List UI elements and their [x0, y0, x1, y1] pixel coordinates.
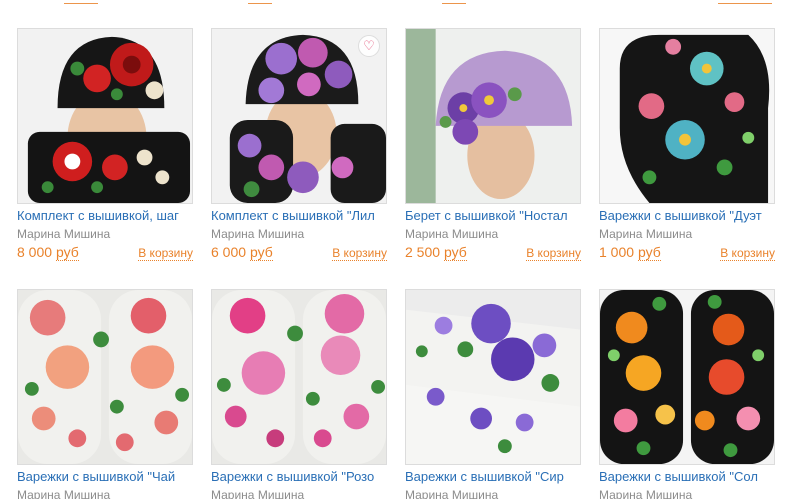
product-card: ♡ Комплект с вышивкой "Лил Марина Мишина…: [211, 28, 387, 261]
add-to-cart-link[interactable]: В корзину: [526, 246, 581, 261]
product-title-link[interactable]: Комплект с вышивкой, шаг: [17, 208, 193, 224]
product-title-link[interactable]: Варежки с вышивкой "Сол: [599, 469, 775, 485]
product-card: Берет с вышивкой "Ностал Марина Мишина 2…: [405, 28, 581, 261]
author-name: Марина Мишина: [405, 227, 499, 241]
product-image[interactable]: [17, 289, 193, 465]
add-to-cart-link[interactable]: В корзину: [332, 246, 387, 261]
product-title-link[interactable]: Варежки с вышивкой "Сир: [405, 469, 581, 485]
hat-and-mitten-black-red-roses: [18, 29, 192, 203]
author-name: Марина Мишина: [17, 227, 111, 241]
product-card: Варежки с вышивкой "Дуэт Марина Мишина 1…: [599, 28, 775, 261]
add-to-cart-link[interactable]: В корзину: [138, 246, 193, 261]
author-name: Марина Мишина: [405, 488, 499, 499]
product-card: Варежки с вышивкой "Сол Марина Мишина: [599, 289, 775, 499]
product-price: 8 000 руб: [17, 244, 79, 261]
product-image[interactable]: [405, 28, 581, 204]
add-to-cart-link[interactable]: В корзину: [720, 246, 775, 261]
product-image[interactable]: [599, 28, 775, 204]
black-mittens-blue-flowers: [600, 29, 774, 203]
product-card: Варежки с вышивкой "Розо Марина Мишина: [211, 289, 387, 499]
lilac-beret-violet-flowers: [406, 29, 580, 203]
hat-and-mitten-purple-flowers: [212, 29, 386, 203]
price-row: 1 000 руб В корзину: [599, 244, 775, 261]
price-row: 8 000 руб В корзину: [17, 244, 193, 261]
white-mittens-violet-flowers: [406, 290, 580, 464]
white-mittens-peach-roses: [18, 290, 192, 464]
product-title-link[interactable]: Берет с вышивкой "Ностал: [405, 208, 581, 224]
product-image[interactable]: [405, 289, 581, 465]
product-title-link[interactable]: Комплект с вышивкой "Лил: [211, 208, 387, 224]
product-image[interactable]: [17, 28, 193, 204]
product-title-link[interactable]: Варежки с вышивкой "Чай: [17, 469, 193, 485]
previous-row-edge: [718, 0, 772, 4]
product-image[interactable]: [599, 289, 775, 465]
black-mittens-orange-flowers: [600, 290, 774, 464]
product-image[interactable]: [211, 289, 387, 465]
product-image[interactable]: ♡: [211, 28, 387, 204]
product-price: 2 500 руб: [405, 244, 467, 261]
heart-icon[interactable]: ♡: [358, 35, 380, 57]
previous-row-edge: [64, 0, 98, 4]
price-row: 6 000 руб В корзину: [211, 244, 387, 261]
author-name: Марина Мишина: [599, 488, 693, 499]
white-mittens-pink-roses: [212, 290, 386, 464]
author-name: Марина Мишина: [17, 488, 111, 499]
author-name: Марина Мишина: [599, 227, 693, 241]
author-name: Марина Мишина: [211, 488, 305, 499]
author-name: Марина Мишина: [211, 227, 305, 241]
product-card: Варежки с вышивкой "Сир Марина Мишина: [405, 289, 581, 499]
product-card: Варежки с вышивкой "Чай Марина Мишина: [17, 289, 193, 499]
product-card: Комплект с вышивкой, шаг Марина Мишина 8…: [17, 28, 193, 261]
previous-row-edge: [248, 0, 272, 4]
previous-row-edge: [442, 0, 466, 4]
price-row: 2 500 руб В корзину: [405, 244, 581, 261]
product-price: 1 000 руб: [599, 244, 661, 261]
product-title-link[interactable]: Варежки с вышивкой "Розо: [211, 469, 387, 485]
product-title-link[interactable]: Варежки с вышивкой "Дуэт: [599, 208, 775, 224]
product-price: 6 000 руб: [211, 244, 273, 261]
